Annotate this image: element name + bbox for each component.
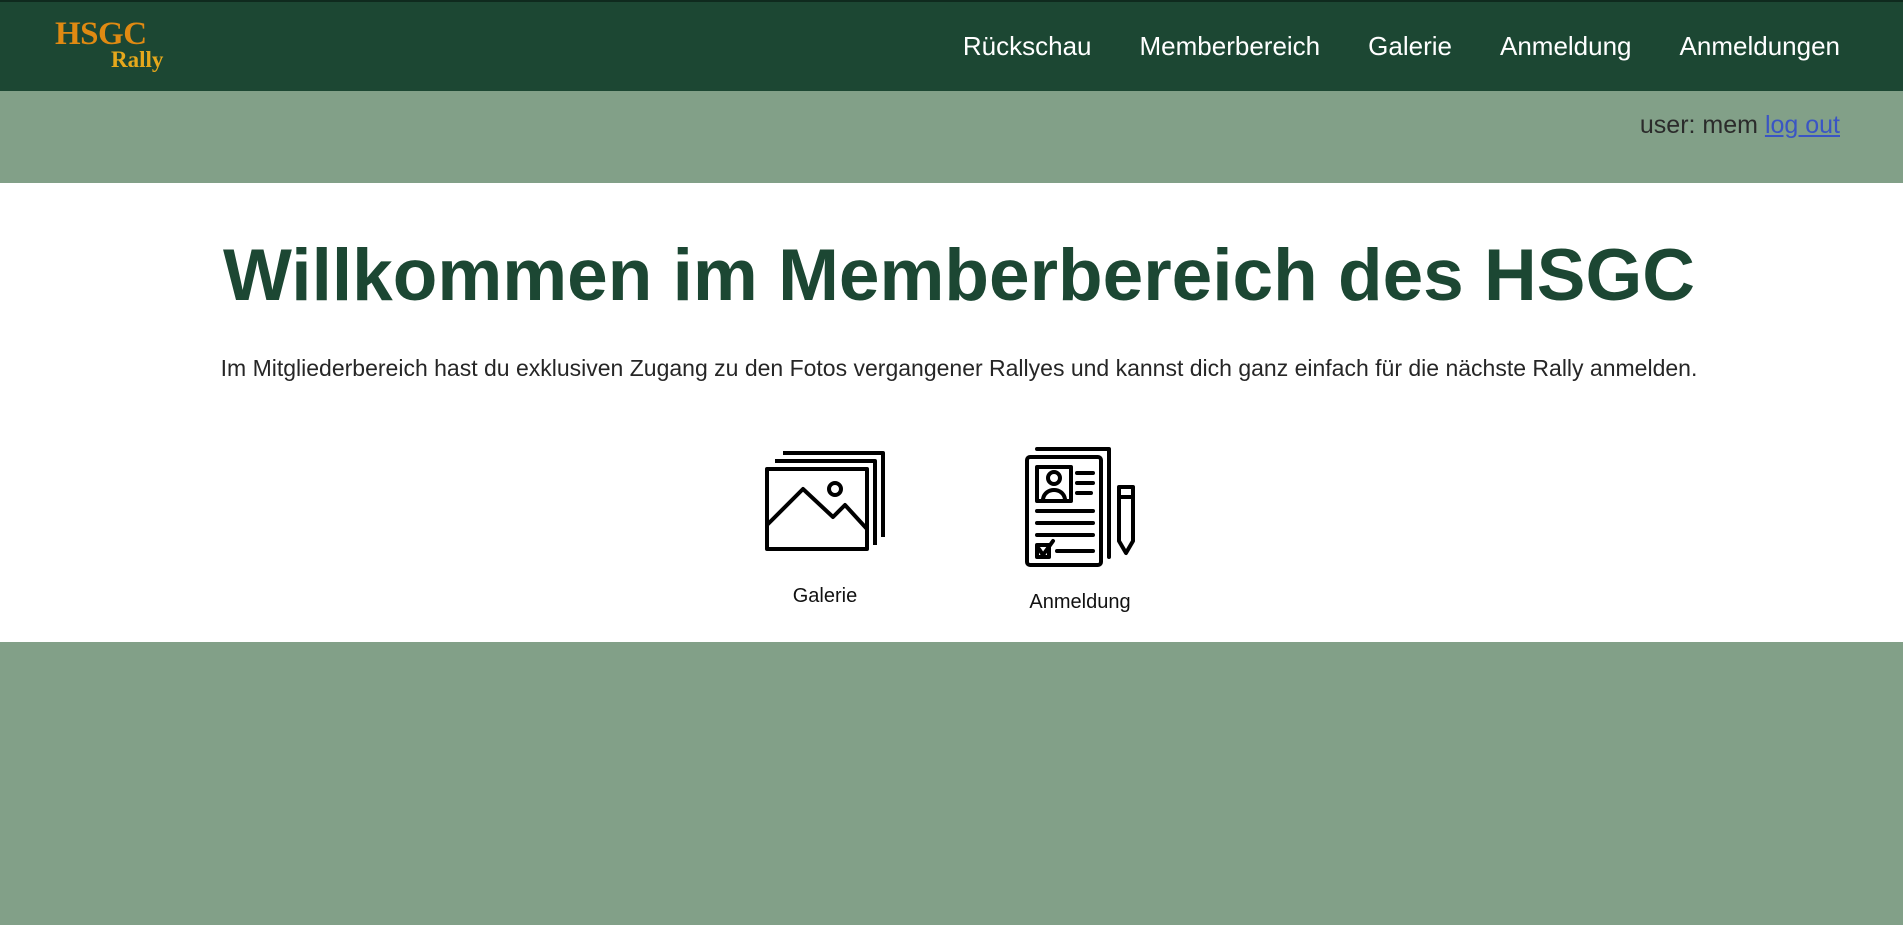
page-description: Im Mitgliederbereich hast du exklusiven … <box>220 355 1698 381</box>
main-content: Willkommen im Memberbereich des HSGC Im … <box>0 183 1903 642</box>
page-title: Willkommen im Memberbereich des HSGC <box>223 235 1695 316</box>
hsgc-rally-logo[interactable]: HSGC Rally <box>55 16 185 76</box>
logo-text-rally: Rally <box>111 47 164 72</box>
gallery-tile[interactable]: Galerie <box>735 445 915 608</box>
main-nav: Rückschau Memberbereich Galerie Anmeldun… <box>963 2 1840 91</box>
user-info: user: mem log out <box>1640 111 1840 140</box>
anmeldung-tile[interactable]: Anmeldung <box>990 445 1170 614</box>
top-navigation-bar: HSGC Rally Rückschau Memberbereich Galer… <box>0 0 1903 91</box>
nav-item-memberbereich[interactable]: Memberbereich <box>1140 31 1321 62</box>
nav-item-galerie[interactable]: Galerie <box>1368 31 1452 62</box>
anmeldung-tile-label: Anmeldung <box>1029 591 1131 613</box>
user-label: user: mem <box>1639 111 1758 139</box>
logout-link[interactable]: log out <box>1765 111 1840 139</box>
nav-item-rueckschau[interactable]: Rückschau <box>963 31 1092 62</box>
nav-item-anmeldungen[interactable]: Anmeldungen <box>1680 31 1840 62</box>
gallery-tile-label: Galerie <box>792 585 858 607</box>
user-bar: user: mem log out <box>0 91 1903 183</box>
gallery-icon <box>765 451 885 551</box>
nav-item-anmeldung[interactable]: Anmeldung <box>1500 31 1632 62</box>
registration-form-icon <box>1025 447 1135 567</box>
